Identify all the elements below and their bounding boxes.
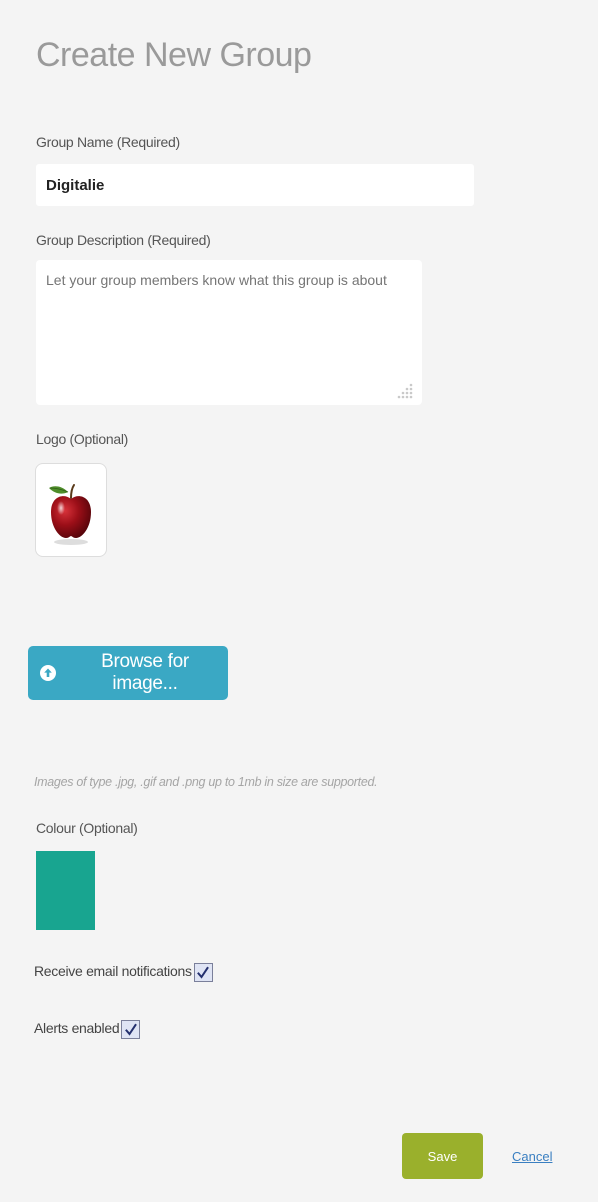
image-types-hint: Images of type .jpg, .gif and .png up to… <box>34 775 378 789</box>
browse-image-label: Browse for image... <box>101 651 189 694</box>
browse-image-button[interactable]: Browse for image... <box>28 646 228 700</box>
upload-circle-icon <box>38 663 58 683</box>
apple-image-icon <box>49 484 91 545</box>
group-name-label: Group Name (Required) <box>36 134 180 150</box>
checkmark-icon <box>197 966 210 979</box>
email-notifications-label: Receive email notifications <box>34 963 192 979</box>
email-notifications-row: Receive email notifications <box>34 960 213 982</box>
logo-label: Logo (Optional) <box>36 431 129 447</box>
alerts-row: Alerts enabled <box>34 1017 141 1039</box>
email-notifications-checkbox[interactable] <box>193 963 213 982</box>
group-name-input[interactable] <box>36 164 474 206</box>
create-group-page: Create New Group Group Name (Required) G… <box>0 0 598 1202</box>
alerts-label: Alerts enabled <box>34 1020 120 1036</box>
page-title: Create New Group <box>36 36 312 74</box>
group-description-label: Group Description (Required) <box>36 232 211 248</box>
colour-swatch[interactable] <box>36 851 95 930</box>
cancel-link[interactable]: Cancel <box>512 1149 552 1164</box>
colour-label: Colour (Optional) <box>36 820 138 836</box>
alerts-checkbox[interactable] <box>121 1020 141 1039</box>
group-description-textarea[interactable] <box>36 260 422 405</box>
resize-grip-icon[interactable] <box>396 380 416 400</box>
logo-preview <box>35 463 107 557</box>
save-button[interactable]: Save <box>402 1133 483 1179</box>
checkmark-icon <box>124 1023 137 1036</box>
